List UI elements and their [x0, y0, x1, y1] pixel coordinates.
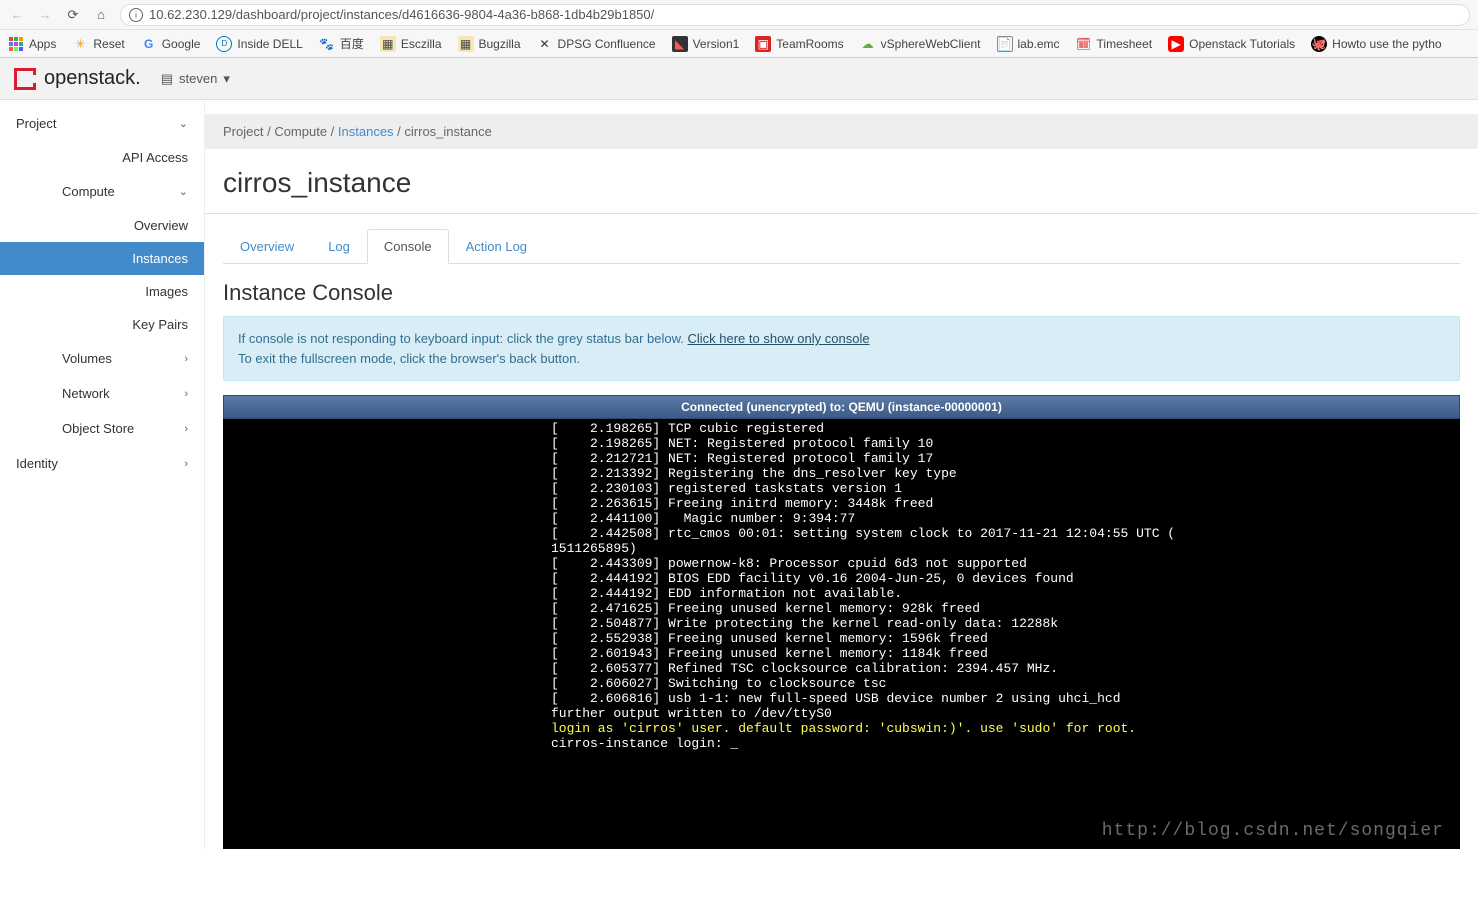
bookmark-timesheet[interactable]: 🗓Timesheet: [1076, 36, 1153, 52]
timesheet-icon: 🗓: [1076, 36, 1092, 52]
section-title: Instance Console: [205, 264, 1478, 316]
bookmark-baidu[interactable]: 🐾百度: [319, 35, 364, 52]
home-button[interactable]: ⌂: [92, 6, 110, 24]
watermark-text: http://blog.csdn.net/songqier: [1102, 821, 1444, 841]
sidebar-item-instances[interactable]: Instances: [0, 242, 204, 275]
chevron-right-icon: ›: [184, 458, 188, 470]
sidebar-item-key-pairs[interactable]: Key Pairs: [0, 308, 204, 341]
tab-console[interactable]: Console: [367, 229, 449, 264]
reload-button[interactable]: ⟳: [64, 6, 82, 24]
sidebar-project-header[interactable]: Project ⌄: [0, 106, 204, 141]
bookmark-howto-python[interactable]: 🐙Howto use the pytho: [1311, 36, 1441, 52]
sidebar-identity-header[interactable]: Identity ›: [0, 446, 204, 481]
console-info-box: If console is not responding to keyboard…: [223, 316, 1460, 381]
tab-log[interactable]: Log: [311, 229, 367, 264]
reset-icon: ✳: [72, 36, 88, 52]
bookmark-openstack-tutorials[interactable]: ▶Openstack Tutorials: [1168, 36, 1295, 52]
bookmark-labemc[interactable]: 📄lab.emc: [997, 36, 1060, 52]
browser-toolbar: ← → ⟳ ⌂ i 10.62.230.129/dashboard/projec…: [0, 0, 1478, 30]
sidebar-network-header[interactable]: Network ›: [0, 376, 204, 411]
bookmark-dpsg-confluence[interactable]: ✕DPSG Confluence: [537, 36, 656, 52]
bookmark-reset[interactable]: ✳Reset: [72, 36, 124, 52]
url-text: 10.62.230.129/dashboard/project/instance…: [149, 7, 654, 22]
openstack-logo-mark: [14, 68, 36, 90]
sidebar-item-overview[interactable]: Overview: [0, 209, 204, 242]
project-icon: ▤: [161, 71, 173, 87]
sidebar-compute-header[interactable]: Compute ⌄: [0, 174, 204, 209]
breadcrumb: Project / Compute / Instances / cirros_i…: [205, 114, 1478, 149]
project-selector[interactable]: ▤ steven ▾: [161, 71, 230, 87]
sidebar-object-store-header[interactable]: Object Store ›: [0, 411, 204, 446]
console-terminal[interactable]: [ 2.198265] TCP cubic registered[ 2.1982…: [223, 419, 1460, 849]
bookmark-apps[interactable]: Apps: [8, 36, 56, 52]
tabs: Overview Log Console Action Log: [223, 228, 1460, 264]
chevron-down-icon: ⌄: [179, 185, 188, 198]
tab-action-log[interactable]: Action Log: [449, 229, 544, 264]
page-title: cirros_instance: [205, 163, 1478, 214]
bookmark-vsphere[interactable]: ☁vSphereWebClient: [860, 36, 981, 52]
youtube-icon: ▶: [1168, 36, 1184, 52]
bookmarks-bar: Apps ✳Reset GGoogle DInside DELL 🐾百度 ▦Es…: [0, 30, 1478, 58]
sidebar-volumes-header[interactable]: Volumes ›: [0, 341, 204, 376]
chevron-right-icon: ›: [184, 353, 188, 365]
teamrooms-icon: ▣: [755, 36, 771, 52]
baidu-icon: 🐾: [319, 36, 335, 52]
apps-icon: [8, 36, 24, 52]
bookmark-version1[interactable]: ◣Version1: [672, 36, 740, 52]
bookmark-esczilla[interactable]: ▦Esczilla: [380, 36, 442, 52]
sidebar: Project ⌄ API Access Compute ⌄ Overview …: [0, 100, 205, 849]
bookmark-teamrooms[interactable]: ▣TeamRooms: [755, 36, 843, 52]
openstack-header: openstack. ▤ steven ▾: [0, 58, 1478, 100]
version1-icon: ◣: [672, 36, 688, 52]
main-content: Project / Compute / Instances / cirros_i…: [205, 100, 1478, 849]
breadcrumb-instances-link[interactable]: Instances: [338, 124, 394, 139]
esczilla-icon: ▦: [380, 36, 396, 52]
caret-down-icon: ▾: [223, 71, 230, 87]
console-status-bar[interactable]: Connected (unencrypted) to: QEMU (instan…: [223, 395, 1460, 419]
vsphere-icon: ☁: [860, 36, 876, 52]
bookmark-google[interactable]: GGoogle: [141, 36, 201, 52]
address-bar[interactable]: i 10.62.230.129/dashboard/project/instan…: [120, 4, 1470, 26]
tab-overview[interactable]: Overview: [223, 229, 311, 264]
openstack-logo[interactable]: openstack.: [14, 67, 141, 90]
github-icon: 🐙: [1311, 36, 1327, 52]
file-icon: 📄: [997, 36, 1013, 52]
bookmark-inside-dell[interactable]: DInside DELL: [216, 36, 302, 52]
chevron-down-icon: ⌄: [179, 117, 188, 130]
show-only-console-link[interactable]: Click here to show only console: [687, 331, 869, 346]
bugzilla-icon: ▦: [458, 36, 474, 52]
bookmark-bugzilla[interactable]: ▦Bugzilla: [458, 36, 521, 52]
site-info-icon[interactable]: i: [129, 8, 143, 22]
sidebar-item-api-access[interactable]: API Access: [0, 141, 204, 174]
confluence-icon: ✕: [537, 36, 553, 52]
console-wrapper: Connected (unencrypted) to: QEMU (instan…: [223, 395, 1460, 849]
chevron-right-icon: ›: [184, 388, 188, 400]
google-icon: G: [141, 36, 157, 52]
forward-button[interactable]: →: [36, 6, 54, 24]
sidebar-item-images[interactable]: Images: [0, 275, 204, 308]
dell-icon: D: [216, 36, 232, 52]
chevron-right-icon: ›: [184, 423, 188, 435]
back-button[interactable]: ←: [8, 6, 26, 24]
